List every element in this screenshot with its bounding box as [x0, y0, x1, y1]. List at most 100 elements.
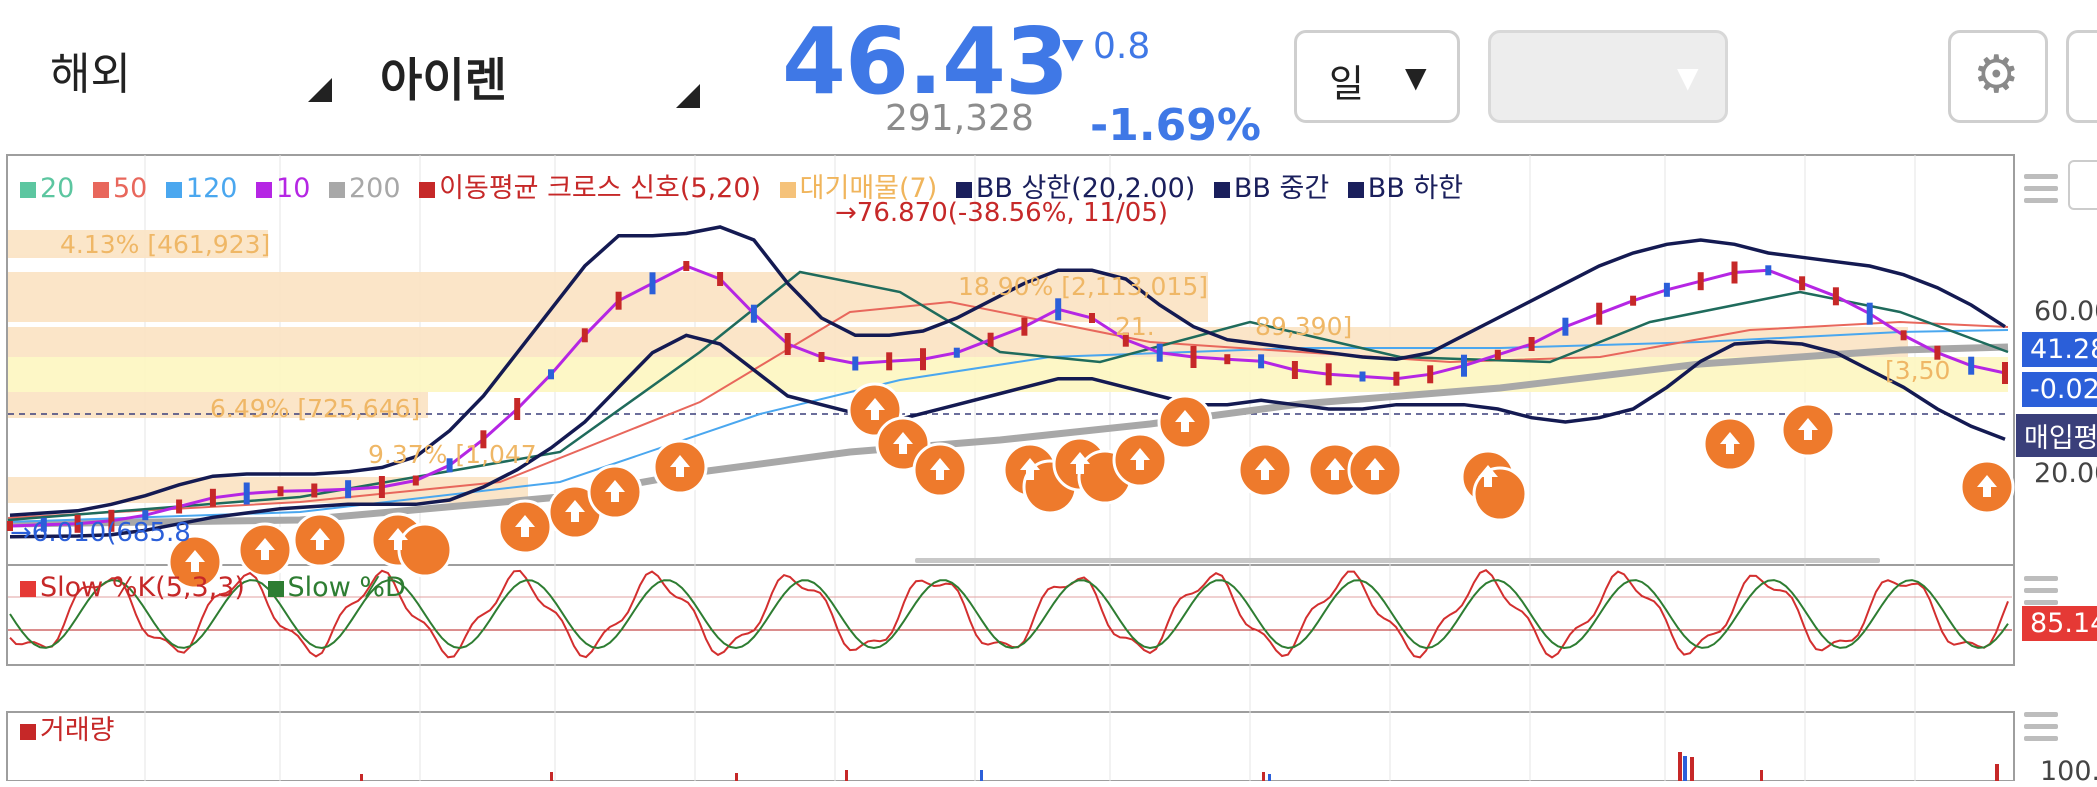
legend-swatch — [1213, 181, 1230, 198]
price-change: 0.8 — [1093, 26, 1151, 67]
legend-swatch — [1347, 181, 1364, 198]
candle — [412, 475, 419, 486]
candle — [683, 261, 690, 271]
candle — [243, 482, 250, 505]
legend-item-ma50[interactable]: 50 — [92, 173, 148, 204]
candle — [818, 352, 825, 362]
legend-item-volume[interactable]: 거래량 — [20, 715, 115, 746]
stochastic-value-tag: 85.14 — [2022, 606, 2097, 641]
candle — [784, 333, 791, 355]
stochastic-legend: Slow %K(5,3,3) Slow %D — [20, 572, 406, 603]
candle — [581, 328, 588, 343]
axis-label: 60.00 — [2034, 296, 2097, 327]
candle — [514, 398, 521, 420]
candle — [717, 272, 724, 286]
legend-label: 거래량 — [40, 715, 115, 746]
legend-item-ma200[interactable]: 200 — [329, 173, 401, 204]
high-price-label: →76.870(-38.56%, 11/05) — [835, 198, 1169, 228]
legend-swatch — [20, 723, 36, 740]
candle — [2002, 362, 2008, 384]
market-dropdown-icon[interactable] — [308, 78, 332, 102]
settings-button[interactable]: ⚙ — [1948, 30, 2048, 123]
gear-icon: ⚙ — [1973, 45, 2020, 105]
trade-volume: 291,328 — [885, 98, 1034, 139]
menu-icon[interactable] — [2024, 712, 2058, 748]
candle — [953, 347, 960, 358]
candle — [1258, 354, 1265, 369]
candle — [1494, 349, 1501, 360]
secondary-selector[interactable]: ▼ — [1488, 30, 1728, 123]
legend-item-bb-mid[interactable]: BB 중간 — [1213, 173, 1329, 204]
candle — [209, 488, 216, 507]
legend-swatch — [20, 181, 36, 198]
candle — [311, 483, 318, 498]
supply-label: 9.37% [1,047 — [368, 440, 537, 469]
legend-item-slow-k[interactable]: Slow %K(5,3,3) — [20, 572, 245, 603]
chart-area[interactable]: 20 50 120 10 200 이동평균 크로스 신호(5,20) 대기매물(… — [0, 152, 2097, 787]
axis-label: 20.00 — [2034, 458, 2097, 489]
candle — [1291, 361, 1298, 379]
candle — [750, 304, 757, 323]
candle — [987, 332, 994, 347]
period-selector[interactable]: 일 ▼ — [1294, 30, 1460, 123]
candle — [1663, 282, 1670, 297]
candle — [277, 486, 284, 497]
period-label: 일 — [1329, 62, 1364, 106]
volume-legend: 거래량 — [20, 708, 115, 747]
legend-item-cross-signal[interactable]: 이동평균 크로스 신호(5,20) — [419, 173, 761, 204]
candle — [345, 480, 352, 499]
candle — [176, 499, 183, 514]
legend-swatch — [267, 580, 284, 597]
candle — [548, 369, 554, 380]
axis-label: 100.0 — [2040, 756, 2097, 787]
market-selector-label[interactable]: 해외 — [50, 38, 131, 102]
legend-swatch — [165, 181, 182, 198]
supply-label: [3,50 — [1885, 356, 1951, 385]
price-change-percent: -1.69% — [1090, 100, 1261, 151]
candle — [378, 476, 385, 498]
supply-label: 89,390] — [1255, 312, 1353, 341]
legend-swatch — [779, 181, 796, 198]
candle — [1697, 272, 1704, 291]
legend-label: 10 — [276, 173, 311, 204]
legend-label: Slow %D — [287, 572, 406, 603]
caret-down-icon: ▼ — [1405, 61, 1427, 94]
menu-icon[interactable] — [2024, 174, 2058, 210]
supply-label: 18.90% [2,113,015] — [958, 272, 1209, 301]
stock-dropdown-icon[interactable] — [676, 84, 700, 108]
candle — [1021, 317, 1028, 336]
legend-item-ma120[interactable]: 120 — [165, 173, 238, 204]
candle — [1630, 295, 1637, 306]
candle — [1055, 298, 1062, 321]
legend-item-ma10[interactable]: 10 — [256, 173, 310, 204]
candle — [1968, 356, 1975, 375]
legend-label: 50 — [112, 173, 148, 204]
low-price-label: →6.010(685.8 — [10, 518, 191, 548]
stock-name[interactable]: 아이렌 — [380, 44, 507, 110]
legend-item-slow-d[interactable]: Slow %D — [267, 572, 406, 603]
candle — [1156, 343, 1163, 362]
current-price-tag: 41.28 — [2022, 332, 2097, 367]
candle — [1731, 261, 1738, 284]
price-legend: 20 50 120 10 200 이동평균 크로스 신호(5,20) 대기매물(… — [20, 166, 1463, 205]
legend-label: Slow %K(5,3,3) — [40, 572, 245, 603]
candle — [886, 352, 893, 371]
panel-toggle-button[interactable] — [2068, 160, 2097, 210]
price-chart[interactable] — [0, 152, 2097, 782]
candle — [1765, 265, 1772, 276]
legend-item-ma20[interactable]: 20 — [20, 173, 74, 204]
legend-label: 200 — [349, 173, 401, 204]
candle — [1866, 302, 1873, 325]
candle — [1190, 346, 1197, 368]
legend-label: BB 하한 — [1367, 173, 1464, 204]
legend-label: 120 — [185, 173, 238, 204]
candle — [1562, 317, 1569, 336]
candle — [1832, 287, 1839, 306]
candle — [615, 291, 622, 310]
legend-item-bb-lower[interactable]: BB 하한 — [1347, 173, 1464, 204]
supply-label: 4.13% [461,923] — [60, 230, 271, 259]
more-button[interactable] — [2066, 30, 2097, 123]
candle — [1900, 330, 1907, 341]
supply-label: 21. — [1115, 312, 1155, 341]
supply-label: 6.49% [725,646] — [210, 394, 421, 423]
